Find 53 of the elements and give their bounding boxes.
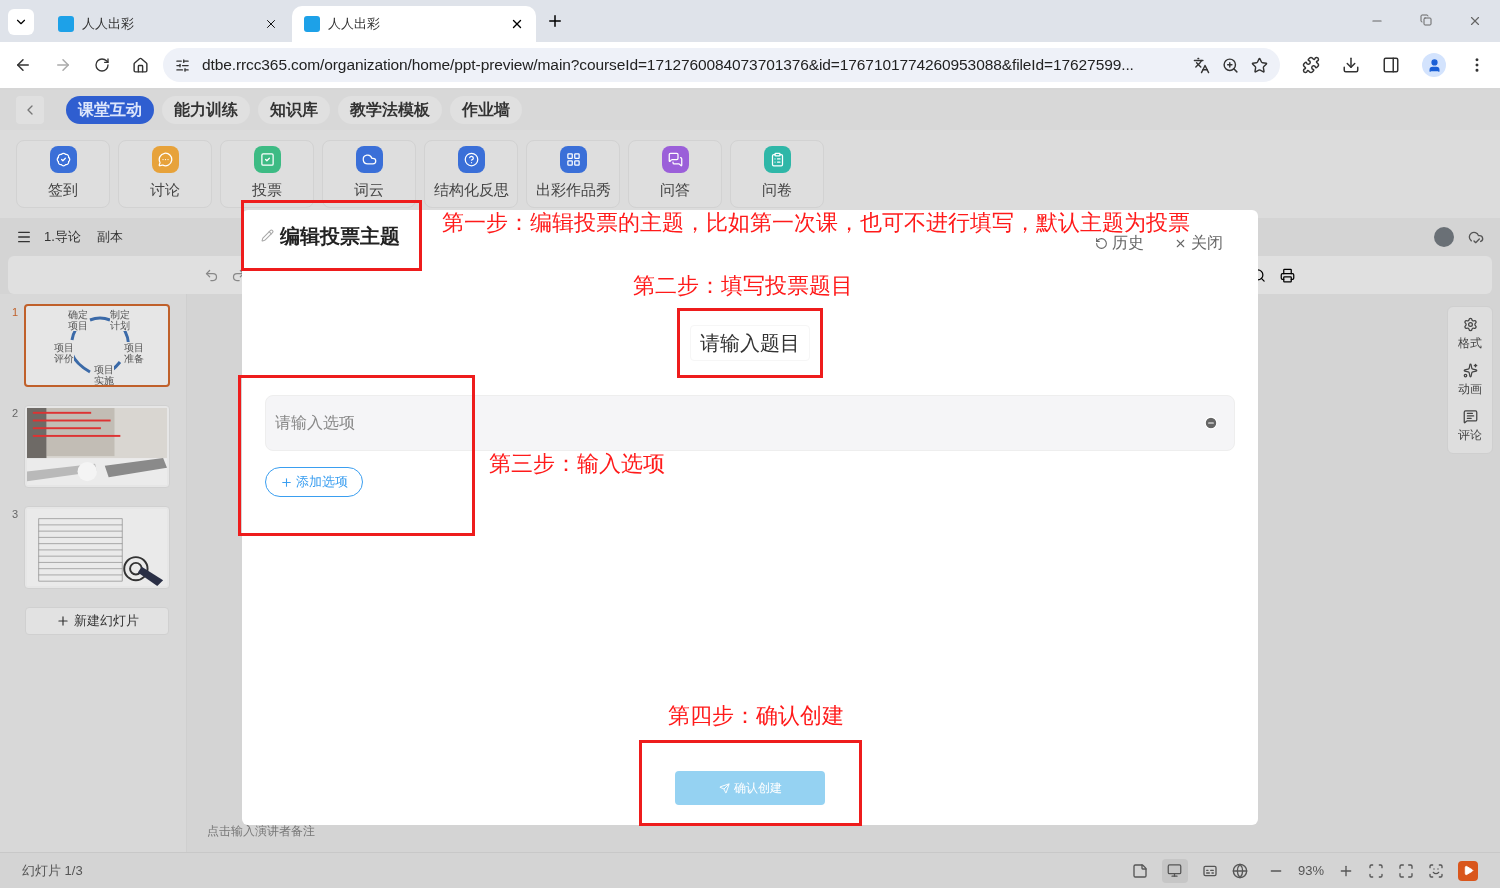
annotation-text: 第一步：编辑投票的主题，比如第一次课，也可不进行填写，默认主题为投票 xyxy=(442,211,1190,235)
annotation-text: 第二步：填写投票题目 xyxy=(633,274,853,298)
slide-number: 2 xyxy=(12,406,19,421)
tool-tile[interactable]: 问卷 xyxy=(730,140,824,208)
menu-item[interactable]: 1.导论 xyxy=(44,227,81,247)
tool-tile[interactable]: 签到 xyxy=(16,140,110,208)
nav-tab[interactable]: 作业墙 xyxy=(450,96,522,124)
browser-tab[interactable]: 人人出彩 xyxy=(292,6,536,42)
nav-tab[interactable]: 知识库 xyxy=(258,96,330,124)
slide-count: 幻灯片 1/3 xyxy=(22,861,84,880)
zoom-level: 93% xyxy=(1297,861,1324,880)
slide-label: 项目实施 xyxy=(94,364,114,385)
tab-title: 人人出彩 xyxy=(82,15,135,34)
tool-label: 出彩作品秀 xyxy=(535,180,611,201)
new-slide-button[interactable]: 新建幻灯片 xyxy=(25,607,169,635)
slide-label: 制定计划 xyxy=(110,309,130,331)
side-panel-button[interactable]: 格式 xyxy=(1458,316,1482,352)
url-text: dtbe.rrcc365.com/organization/home/ppt-preview/main?courseId=1712760084073701376&id=1767101774260953088&fileId=17627599... xyxy=(201,55,1135,76)
tool-label: 问答 xyxy=(660,180,690,201)
history-button[interactable]: 历史 xyxy=(1095,234,1144,252)
tool-tile[interactable]: 讨论 xyxy=(118,140,212,208)
side-panel-button[interactable]: 评论 xyxy=(1458,408,1482,444)
tool-tile[interactable]: 结构化反思 xyxy=(424,140,518,208)
annotation-text: 第三步：输入选项 xyxy=(489,452,665,476)
browser-tab[interactable]: 人人出彩 xyxy=(46,6,290,42)
menu-item[interactable]: 副本 xyxy=(96,227,123,247)
address-bar[interactable]: dtbe.rrcc365.com/organization/home/ppt-preview/main?courseId=1712760084073701376&id=1767101774260953088&fileId=17627599... xyxy=(162,48,1281,82)
tool-label: 投票 xyxy=(252,180,282,201)
slide-thumbnail[interactable]: 确定项目 制定计划 项目准备 项目实施 项目评价 xyxy=(24,304,170,387)
tool-label: 问卷 xyxy=(762,180,792,201)
tab-title: 人人出彩 xyxy=(328,15,381,34)
slide-number: 3 xyxy=(12,507,19,522)
nav-tab[interactable]: 教学法模板 xyxy=(338,96,442,124)
option-field[interactable]: 请输入选项 xyxy=(265,395,1235,451)
tool-tile[interactable]: 问答 xyxy=(628,140,722,208)
tool-tile[interactable]: 投票 xyxy=(220,140,314,208)
slide-number: 1 xyxy=(12,305,19,320)
side-panel-button[interactable]: 动画 xyxy=(1458,362,1482,398)
tool-label: 词云 xyxy=(354,180,384,201)
tool-label: 结构化反思 xyxy=(433,180,509,201)
tool-label: 签到 xyxy=(48,180,78,201)
dialog-title: 编辑投票主题 xyxy=(280,223,400,249)
slide-label: 项目评价 xyxy=(54,342,74,364)
question-field[interactable]: 请输入题目 xyxy=(690,325,810,361)
slide-label: 项目准备 xyxy=(124,342,144,364)
nav-tab[interactable]: 课堂互动 xyxy=(66,96,154,124)
close-button[interactable]: 关闭 xyxy=(1174,234,1223,252)
tool-tile[interactable]: 词云 xyxy=(322,140,416,208)
annotation-text: 第四步：确认创建 xyxy=(668,704,844,728)
tool-tile[interactable]: 出彩作品秀 xyxy=(526,140,620,208)
tool-label: 讨论 xyxy=(150,180,180,201)
nav-tab[interactable]: 能力训练 xyxy=(162,96,250,124)
slide-label: 确定项目 xyxy=(68,309,88,331)
